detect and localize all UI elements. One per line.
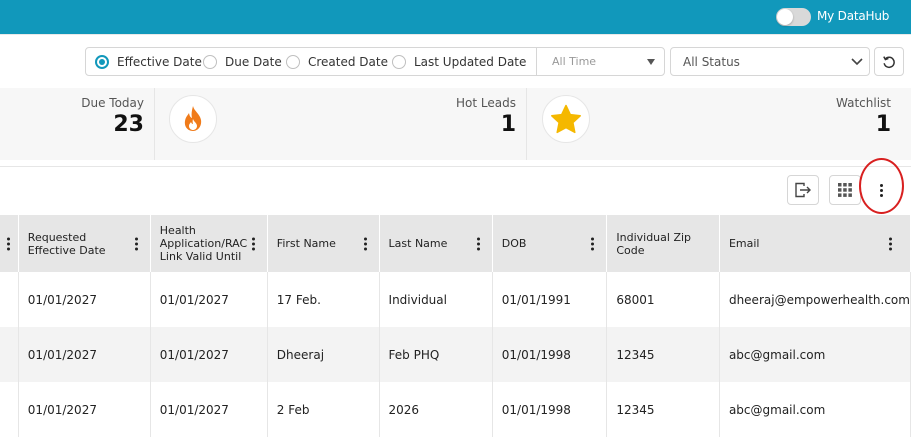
column-header-label: Last Name bbox=[388, 237, 448, 250]
table-cell: abc@gmail.com bbox=[719, 327, 911, 382]
radio-dot bbox=[203, 55, 217, 69]
radio-dot bbox=[392, 55, 406, 69]
stats-row: Due Today 23 Hot Leads 1 Watchlist 1 bbox=[0, 88, 911, 160]
stat-label: Watchlist bbox=[836, 96, 891, 110]
column-menu-icon[interactable] bbox=[591, 237, 595, 250]
radio-created-date[interactable]: Created Date bbox=[286, 54, 388, 70]
reset-filters-button[interactable] bbox=[874, 47, 904, 76]
export-icon bbox=[795, 182, 811, 198]
stat-label: Hot Leads bbox=[456, 96, 516, 110]
column-header-label: Requested Effective Date bbox=[27, 230, 106, 257]
table-cell: 12345 bbox=[606, 327, 720, 382]
my-datahub-toggle[interactable] bbox=[776, 8, 811, 26]
column-menu-icon[interactable] bbox=[134, 237, 138, 250]
table-cell: 17 Feb. bbox=[267, 272, 380, 327]
divider bbox=[526, 88, 527, 160]
stat-value: 1 bbox=[875, 112, 891, 137]
hot-leads-card[interactable]: Hot Leads 1 bbox=[230, 88, 526, 160]
column-menu-icon[interactable] bbox=[476, 237, 480, 250]
due-today-card[interactable]: Due Today 23 bbox=[0, 88, 154, 160]
star-icon bbox=[542, 95, 590, 143]
table-cell: 01/01/2027 bbox=[150, 327, 268, 382]
highlight-annotation bbox=[859, 158, 904, 214]
divider bbox=[154, 88, 155, 160]
column-header-label: DOB bbox=[501, 237, 527, 250]
column-menu-icon[interactable] bbox=[889, 237, 892, 250]
radio-last-updated-date[interactable]: Last Updated Date bbox=[392, 54, 526, 70]
table-cell: 68001 bbox=[606, 272, 720, 327]
divider bbox=[0, 166, 911, 167]
table-cell: 01/01/1991 bbox=[492, 272, 608, 327]
column-header-label: Email bbox=[728, 237, 760, 250]
table-cell: 01/01/2027 bbox=[18, 272, 151, 327]
column-header-dob[interactable]: DOB bbox=[492, 215, 608, 272]
radio-label: Effective Date bbox=[117, 55, 202, 69]
column-header-zip-code[interactable]: Individual Zip Code bbox=[606, 215, 720, 272]
radio-effective-date[interactable]: Effective Date bbox=[95, 54, 202, 70]
filter-bar: Effective Date Due Date Created Date Las… bbox=[0, 34, 911, 89]
my-datahub-label: My DataHub bbox=[817, 9, 890, 23]
table-row[interactable]: 01/01/2027 01/01/2027 Dheeraj Feb PHQ 01… bbox=[0, 327, 911, 382]
leads-table: Requested Effective Date Health Applicat… bbox=[0, 215, 911, 437]
watchlist-card[interactable]: Watchlist 1 bbox=[603, 88, 901, 160]
table-cell: 01/01/1998 bbox=[492, 327, 608, 382]
table-cell: Feb PHQ bbox=[379, 327, 493, 382]
radio-label: Due Date bbox=[225, 55, 282, 69]
table-cell bbox=[0, 327, 19, 382]
date-type-radio-group: Effective Date Due Date Created Date Las… bbox=[85, 47, 665, 76]
toggle-knob bbox=[777, 9, 793, 25]
grid-icon bbox=[838, 183, 852, 197]
fire-icon bbox=[169, 95, 217, 143]
column-menu-icon[interactable] bbox=[251, 237, 255, 250]
undo-icon bbox=[883, 55, 895, 68]
radio-label: Last Updated Date bbox=[414, 55, 527, 69]
radio-label: Created Date bbox=[308, 55, 388, 69]
table-header-row: Requested Effective Date Health Applicat… bbox=[0, 215, 911, 272]
radio-due-date[interactable]: Due Date bbox=[203, 54, 282, 70]
column-header-email[interactable]: Email bbox=[719, 215, 911, 272]
stat-value: 23 bbox=[113, 112, 144, 137]
table-cell: 01/01/2027 bbox=[18, 327, 151, 382]
time-range-select[interactable]: All Time bbox=[537, 48, 665, 75]
column-header-label: First Name bbox=[276, 237, 336, 250]
table-row[interactable]: 01/01/2027 01/01/2027 17 Feb. Individual… bbox=[0, 272, 911, 327]
stat-value: 1 bbox=[500, 112, 516, 137]
radio-dot bbox=[95, 55, 109, 69]
radio-dot bbox=[286, 55, 300, 69]
column-header-first-name[interactable]: First Name bbox=[267, 215, 380, 272]
chevron-down-icon bbox=[851, 58, 863, 66]
column-header-requested-effective-date[interactable]: Requested Effective Date bbox=[18, 215, 151, 272]
column-menu-icon[interactable] bbox=[363, 237, 367, 250]
status-value: All Status bbox=[683, 55, 740, 69]
table-cell: 01/01/2027 bbox=[150, 272, 268, 327]
column-header-hidden bbox=[0, 215, 19, 272]
top-bar: My DataHub bbox=[0, 0, 911, 34]
export-button[interactable] bbox=[787, 175, 819, 205]
table-cell: Dheeraj bbox=[267, 327, 380, 382]
status-select[interactable]: All Status bbox=[670, 47, 870, 76]
stat-label: Due Today bbox=[81, 96, 144, 110]
column-header-last-name[interactable]: Last Name bbox=[379, 215, 493, 272]
grid-view-button[interactable] bbox=[829, 175, 861, 205]
table-cell: Individual bbox=[379, 272, 493, 327]
time-range-value: All Time bbox=[552, 55, 597, 68]
column-menu-icon[interactable] bbox=[6, 237, 10, 250]
column-header-label: Health Application/RAC Link Valid Until bbox=[159, 224, 248, 263]
column-header-health-application[interactable]: Health Application/RAC Link Valid Until bbox=[150, 215, 268, 272]
table-cell bbox=[0, 272, 19, 327]
table-cell: dheeraj@empowerhealth.com bbox=[719, 272, 911, 327]
column-header-label: Individual Zip Code bbox=[616, 230, 692, 257]
caret-down-icon bbox=[647, 59, 655, 65]
